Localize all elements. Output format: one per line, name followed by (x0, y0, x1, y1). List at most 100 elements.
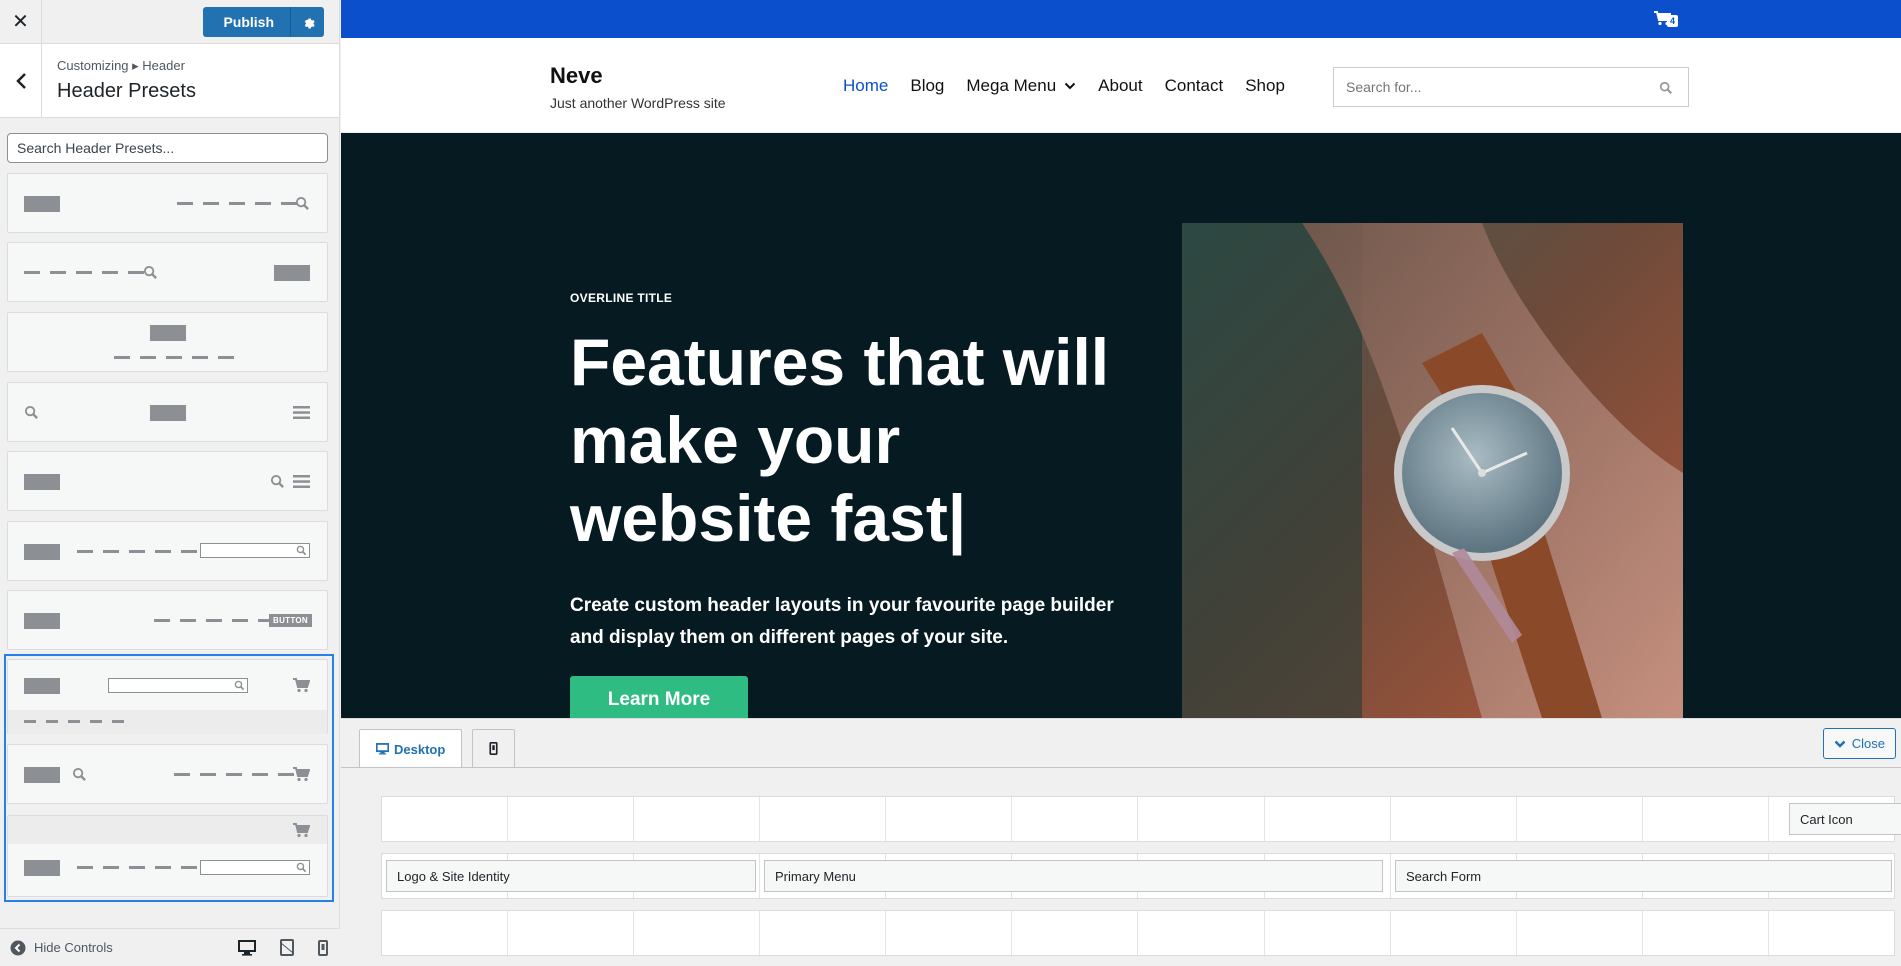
menu-placeholder (154, 619, 274, 622)
cart-icon (293, 767, 310, 782)
preset-3[interactable] (7, 312, 328, 372)
tablet-icon[interactable] (280, 939, 294, 956)
builder-item-logo[interactable]: Logo & Site Identity (386, 860, 756, 892)
search-icon (296, 545, 307, 556)
nav-mega-menu[interactable]: Mega Menu (966, 76, 1076, 96)
logo-placeholder (24, 678, 60, 694)
builder-close-button[interactable]: Close (1822, 728, 1896, 759)
nav-shop[interactable]: Shop (1245, 76, 1285, 96)
builder-row-top[interactable]: Cart Icon (381, 796, 1901, 842)
publish-button[interactable]: Publish (203, 6, 290, 37)
preset-4[interactable] (7, 382, 328, 442)
cart-count-badge: 4 (1667, 15, 1679, 27)
publish-group: Publish (203, 6, 324, 37)
preset-9[interactable] (7, 744, 328, 804)
hero-watch-image (1182, 223, 1683, 718)
gear-icon (304, 18, 315, 29)
logo-placeholder (24, 613, 60, 629)
menu-placeholder (177, 202, 297, 205)
search-icon (24, 405, 38, 419)
search-icon (295, 196, 309, 210)
preset-10-toprow (8, 816, 327, 844)
publish-settings-button[interactable] (290, 6, 324, 37)
close-customizer-button[interactable]: ✕ (0, 0, 42, 44)
search-icon (72, 767, 86, 781)
builder-item-primary-menu[interactable]: Primary Menu (764, 860, 1383, 892)
builder-close-label: Close (1851, 736, 1885, 751)
mobile-icon (489, 742, 498, 755)
tab-mobile[interactable] (472, 729, 516, 767)
search-icon (234, 680, 245, 691)
hero-title: Features that will make your website fas… (570, 325, 1110, 555)
chevron-down-icon (1064, 82, 1076, 90)
menu-placeholder (174, 773, 294, 776)
preset-search-input[interactable] (7, 133, 328, 163)
preset-5[interactable] (7, 451, 328, 511)
preset-7[interactable]: BUTTON (7, 590, 328, 650)
hamburger-icon (293, 475, 310, 488)
mobile-icon[interactable] (318, 939, 328, 956)
desktop-icon[interactable] (238, 939, 256, 956)
search-icon[interactable] (1659, 81, 1673, 95)
chevron-left-icon (15, 72, 26, 89)
search-bar-placeholder (200, 543, 310, 558)
cart-icon (293, 823, 310, 838)
preset-1[interactable] (7, 173, 328, 233)
hero-subtitle: Create custom header layouts in your fav… (570, 595, 1114, 648)
learn-more-button[interactable]: Learn More (570, 676, 748, 718)
builder-row-bottom[interactable] (381, 910, 1895, 956)
logo-placeholder (150, 405, 186, 421)
menu-placeholder (24, 271, 144, 274)
logo-placeholder (24, 196, 60, 212)
logo-placeholder (150, 325, 186, 341)
site-header: Neve Just another WordPress site Home Bl… (341, 38, 1901, 133)
preset-8[interactable] (7, 659, 328, 734)
nav-blog[interactable]: Blog (910, 76, 944, 96)
menu-placeholder (114, 356, 234, 359)
menu-placeholder (77, 550, 197, 553)
search-icon (143, 265, 157, 279)
hide-controls-button[interactable]: Hide Controls (10, 940, 113, 956)
chevron-down-icon (1834, 740, 1846, 748)
site-tagline: Just another WordPress site (550, 95, 726, 111)
section-title: Header Presets (57, 80, 196, 102)
builder-row-main[interactable]: Logo & Site Identity Primary Menu Search… (381, 853, 1895, 899)
back-button[interactable] (0, 44, 42, 117)
builder-item-search-form[interactable]: Search Form (1395, 860, 1892, 892)
close-icon: ✕ (12, 11, 29, 33)
logo-placeholder (24, 767, 60, 783)
breadcrumb: Customizing ▸ Header (57, 58, 185, 73)
section-header: Customizing ▸ Header Header Presets (0, 44, 339, 118)
menu-placeholder (77, 866, 197, 869)
menu-placeholder (24, 720, 124, 723)
nav-mega-menu-label: Mega Menu (966, 76, 1057, 95)
tab-desktop-label: Desktop (394, 741, 446, 757)
site-title[interactable]: Neve (550, 63, 603, 89)
logo-placeholder (274, 265, 310, 281)
builder-divider (341, 767, 1901, 768)
top-bar: 4 (341, 0, 1901, 38)
tab-desktop[interactable]: Desktop (359, 729, 463, 768)
nav-about[interactable]: About (1098, 76, 1142, 96)
nav-contact[interactable]: Contact (1165, 76, 1224, 96)
search-bar-placeholder (108, 678, 248, 693)
nav-home[interactable]: Home (843, 76, 888, 96)
button-placeholder: BUTTON (269, 614, 312, 627)
logo-placeholder (24, 544, 60, 560)
preset-6[interactable] (7, 521, 328, 581)
overline-title: OVERLINE TITLE (570, 291, 673, 305)
sidebar-topbar: ✕ Publish (0, 0, 339, 44)
search-bar-placeholder (200, 860, 310, 875)
desktop-icon (376, 743, 389, 755)
sidebar-footer: Hide Controls (0, 928, 340, 966)
preset-2[interactable] (7, 242, 328, 302)
hide-controls-label: Hide Controls (34, 940, 113, 955)
logo-placeholder (24, 474, 60, 490)
site-search-input[interactable] (1333, 67, 1689, 107)
preset-10[interactable] (7, 815, 328, 897)
search-icon (270, 474, 284, 488)
search-icon (296, 862, 307, 873)
builder-item-cart-icon[interactable]: Cart Icon (1789, 803, 1901, 835)
site-preview: 4 Neve Just another WordPress site Home … (341, 0, 1901, 718)
logo-placeholder (24, 860, 60, 876)
